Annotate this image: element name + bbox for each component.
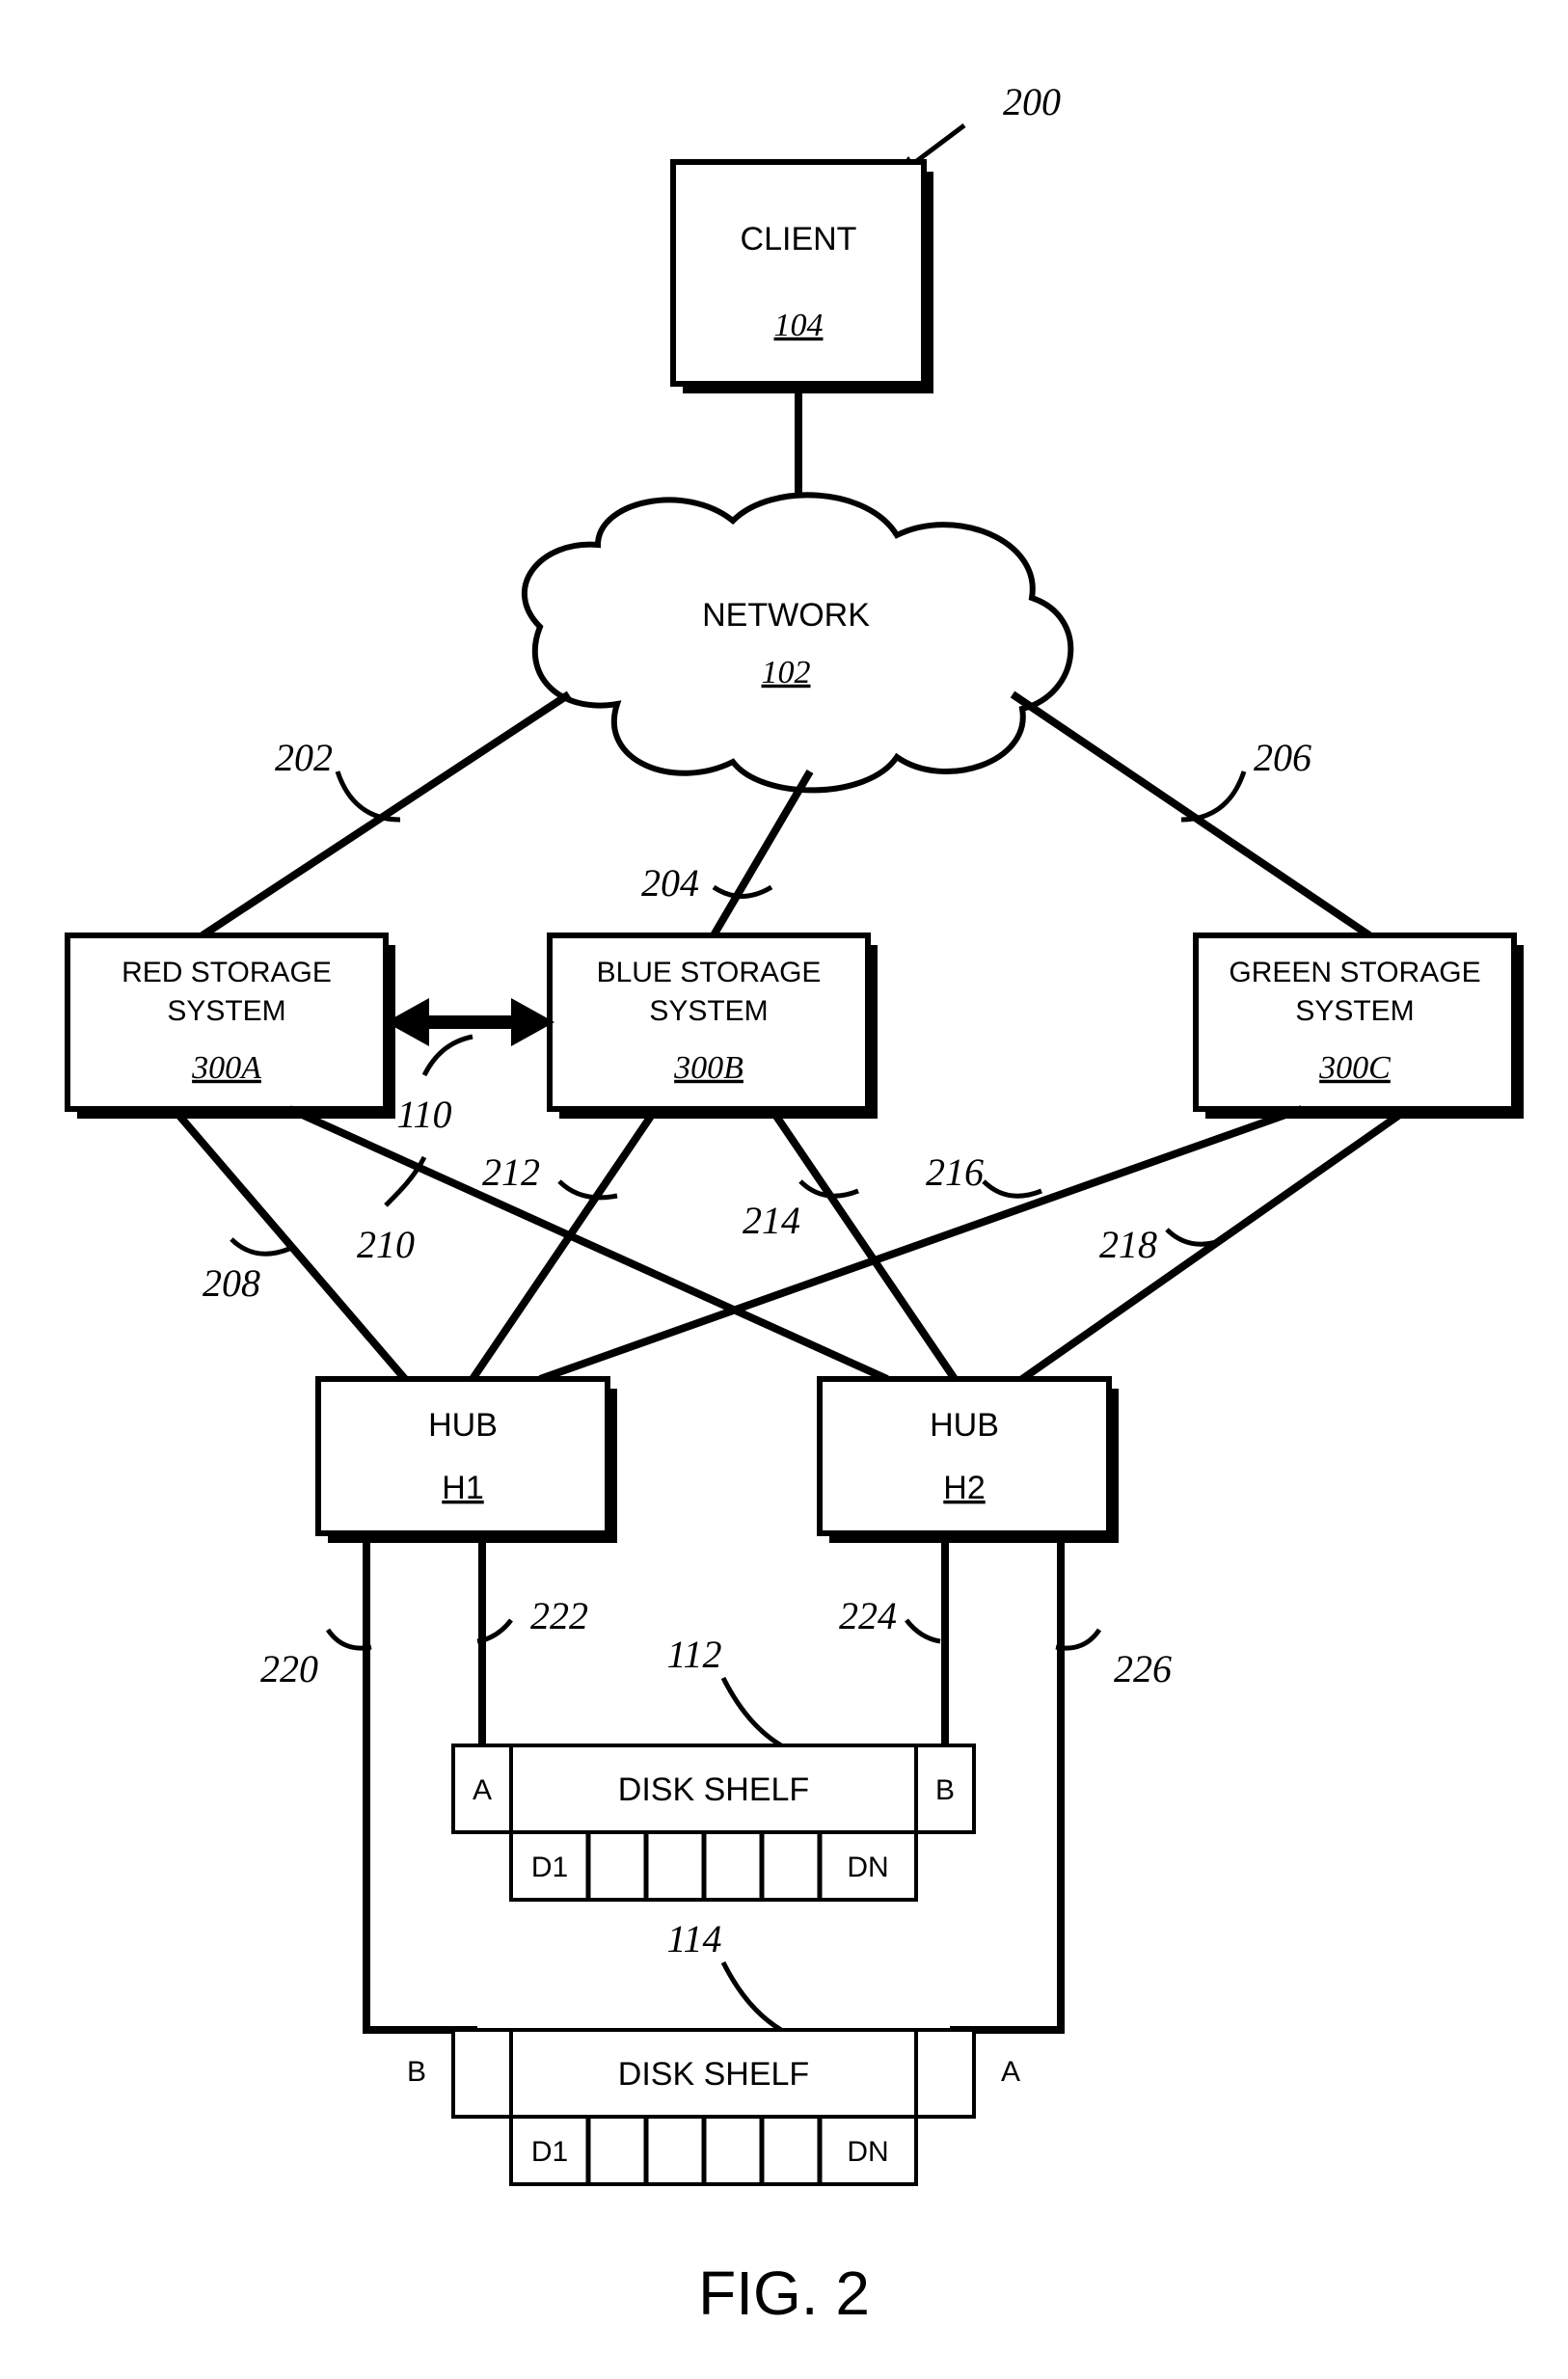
interconnect-id: 110	[396, 1093, 451, 1136]
network-title: NETWORK	[702, 597, 870, 634]
label-226: 226	[1114, 1647, 1172, 1690]
disk-shelf-1: A B DISK SHELF D1 DN 112	[453, 1633, 974, 1900]
label-222: 222	[530, 1594, 588, 1637]
green-storage-line1: GREEN STORAGE	[1229, 957, 1480, 988]
shelf1-title: DISK SHELF	[618, 1771, 809, 1808]
interconnect-arrow: 110	[386, 998, 554, 1136]
blue-storage-line2: SYSTEM	[649, 995, 768, 1027]
arc-218	[1167, 1230, 1225, 1244]
label-202: 202	[275, 736, 333, 779]
hub-h2-title: HUB	[930, 1407, 999, 1444]
arc-208	[231, 1239, 289, 1254]
shelf2-title: DISK SHELF	[618, 2056, 809, 2093]
blue-storage-id: 300B	[673, 1050, 743, 1086]
network-id: 102	[762, 655, 811, 690]
link-net-red	[203, 694, 569, 935]
shelf2-port-b: B	[407, 2056, 426, 2088]
shelf1-d1: D1	[531, 1852, 568, 1883]
green-storage-box: GREEN STORAGE SYSTEM 300C	[1196, 935, 1524, 1119]
callout-200-label: 200	[1003, 80, 1061, 123]
hub-h1-id: H1	[442, 1470, 483, 1506]
label-210: 210	[357, 1223, 415, 1266]
shelf2-dn: DN	[847, 2136, 888, 2168]
red-storage-id: 300A	[191, 1050, 261, 1086]
red-storage-box: RED STORAGE SYSTEM 300A	[68, 935, 395, 1119]
label-224: 224	[839, 1594, 897, 1637]
green-storage-line2: SYSTEM	[1295, 995, 1414, 1027]
shelf1-port-b: B	[935, 1774, 955, 1806]
client-box: CLIENT 104	[673, 162, 933, 393]
blue-storage-box: BLUE STORAGE SYSTEM 300B	[550, 935, 878, 1119]
label-216: 216	[926, 1150, 984, 1194]
label-220: 220	[260, 1647, 318, 1690]
arc-224	[906, 1620, 940, 1641]
shelf1-dn: DN	[847, 1852, 888, 1883]
shelf1-id: 112	[666, 1633, 721, 1676]
label-208: 208	[203, 1261, 260, 1305]
label-214: 214	[743, 1199, 800, 1242]
red-storage-line1: RED STORAGE	[122, 957, 332, 988]
label-218: 218	[1099, 1223, 1157, 1266]
arc-216	[984, 1181, 1041, 1196]
label-212: 212	[482, 1150, 540, 1194]
client-id: 104	[774, 308, 824, 343]
hub-h2-id: H2	[943, 1470, 985, 1506]
link-net-green	[1013, 694, 1369, 935]
blue-storage-line1: BLUE STORAGE	[597, 957, 822, 988]
link-blue-h1	[473, 1109, 656, 1379]
figure-2-diagram: 200 CLIENT 104 NETWORK 102 202 204 206 R…	[0, 0, 1568, 2379]
label-206: 206	[1254, 736, 1311, 779]
shelf2-id: 114	[666, 1917, 721, 1960]
link-net-blue	[714, 771, 810, 935]
red-storage-line2: SYSTEM	[167, 995, 285, 1027]
hub-h1-box: HUB H1	[318, 1379, 617, 1543]
shelf2-d1: D1	[531, 2136, 568, 2168]
disk-shelf-2: B A DISK SHELF D1 DN 114	[407, 1917, 1020, 2184]
client-title: CLIENT	[741, 221, 857, 257]
shelf1-port-a: A	[473, 1774, 492, 1806]
hub-h2-box: HUB H2	[820, 1379, 1119, 1543]
green-storage-id: 300C	[1318, 1050, 1391, 1086]
network-cloud: NETWORK 102	[525, 495, 1070, 790]
hub-h1-title: HUB	[428, 1407, 498, 1444]
figure-caption: FIG. 2	[698, 2258, 870, 2328]
shelf2-port-a: A	[1001, 2056, 1020, 2088]
label-204: 204	[641, 861, 699, 905]
